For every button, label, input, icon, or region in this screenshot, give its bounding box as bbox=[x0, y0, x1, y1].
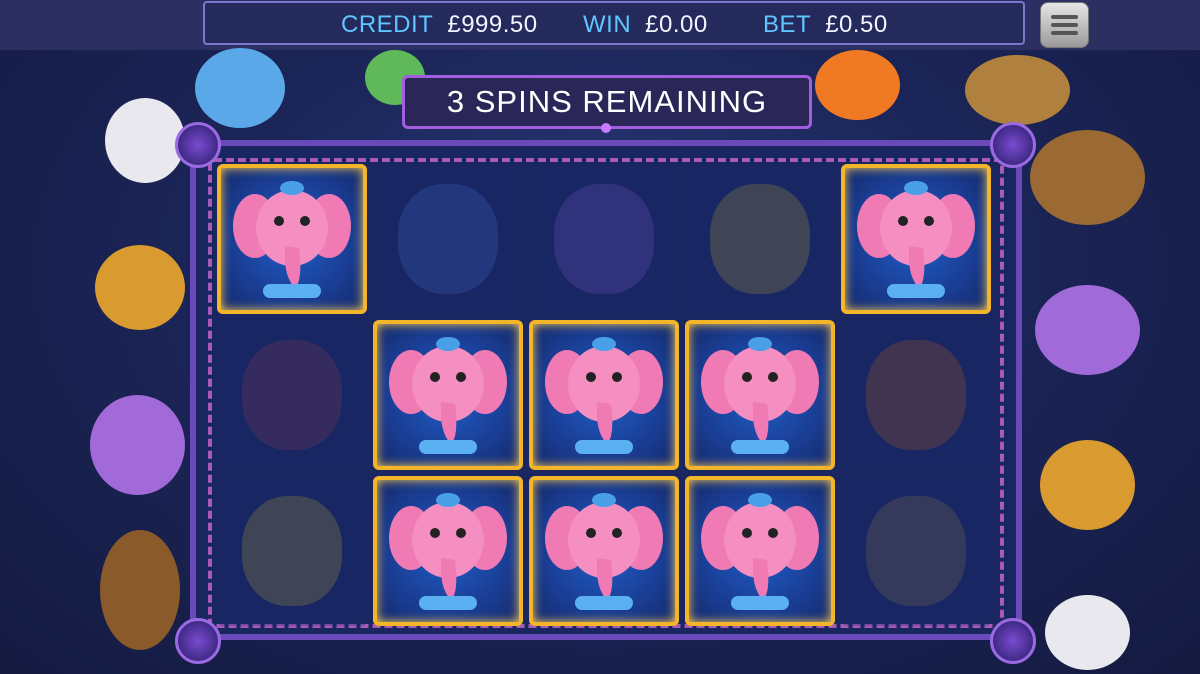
clownfish-icon bbox=[866, 340, 966, 450]
pink-elephant-icon bbox=[857, 181, 975, 298]
lion-toy-decoration bbox=[1040, 440, 1135, 530]
hud-panel: CREDIT £999.50 WIN £0.00 BET £0.50 bbox=[203, 1, 1025, 45]
duck-icon bbox=[242, 496, 342, 606]
bet-display: BET £0.50 bbox=[763, 11, 888, 39]
reel-cell-duck bbox=[685, 164, 835, 314]
hippo-toy-decoration bbox=[195, 48, 285, 128]
credit-display: CREDIT £999.50 bbox=[341, 11, 538, 39]
pink-elephant-icon bbox=[233, 181, 351, 298]
spins-remaining-banner: 3 SPINS REMAINING bbox=[402, 75, 812, 133]
win-display: WIN £0.00 bbox=[583, 11, 708, 39]
reel-cell-pink-elephant bbox=[529, 320, 679, 470]
bet-label: BET bbox=[763, 11, 812, 38]
reel-cell-pink-elephant bbox=[217, 164, 367, 314]
reel-cell-clownfish bbox=[841, 320, 991, 470]
credit-label: CREDIT bbox=[341, 11, 434, 38]
clownfish-toy-decoration bbox=[815, 50, 900, 120]
reel-cell-pink-elephant bbox=[373, 320, 523, 470]
panda-toy-decoration bbox=[105, 98, 185, 183]
menu-button[interactable] bbox=[1040, 2, 1089, 48]
panda-toy-decoration bbox=[1045, 595, 1130, 670]
monkey-toy-decoration bbox=[100, 530, 180, 650]
monkey-toy-decoration bbox=[1030, 130, 1145, 225]
pink-elephant-icon bbox=[389, 337, 507, 454]
reel-cell-rhino bbox=[373, 164, 523, 314]
duck-icon bbox=[710, 184, 810, 294]
credit-value: £999.50 bbox=[447, 11, 538, 38]
reel-cell-hippo bbox=[529, 164, 679, 314]
heart-corner-icon bbox=[175, 618, 221, 664]
pink-elephant-icon bbox=[701, 337, 819, 454]
giraffe-icon bbox=[866, 496, 966, 606]
reel-grid bbox=[217, 160, 997, 630]
reel-cell-pink-elephant bbox=[841, 164, 991, 314]
pink-elephant-icon bbox=[545, 337, 663, 454]
rhino-icon bbox=[398, 184, 498, 294]
pink-elephant-icon bbox=[389, 493, 507, 610]
giraffe-toy-decoration bbox=[965, 55, 1070, 125]
hippo-icon bbox=[554, 184, 654, 294]
hippo-toy-decoration bbox=[1035, 285, 1140, 375]
bet-value: £0.50 bbox=[825, 11, 888, 38]
reel-cell-giraffe bbox=[841, 476, 991, 626]
win-label: WIN bbox=[583, 11, 632, 38]
spins-remaining-text: 3 SPINS REMAINING bbox=[446, 84, 768, 119]
reel-cell-pink-elephant bbox=[685, 476, 835, 626]
heart-corner-icon bbox=[175, 122, 221, 168]
pink-elephant-icon bbox=[701, 493, 819, 610]
reel-cell-duck bbox=[217, 476, 367, 626]
reel-cell-pink-elephant bbox=[529, 476, 679, 626]
pink-elephant-icon bbox=[545, 493, 663, 610]
reel-cell-pink-elephant bbox=[685, 320, 835, 470]
reel-cell-pink-elephant bbox=[373, 476, 523, 626]
reel-cell-rocket bbox=[217, 320, 367, 470]
win-value: £0.00 bbox=[645, 11, 708, 38]
lion-toy-decoration bbox=[95, 245, 185, 330]
hippo-toy-decoration bbox=[90, 395, 185, 495]
rocket-icon bbox=[242, 340, 342, 450]
